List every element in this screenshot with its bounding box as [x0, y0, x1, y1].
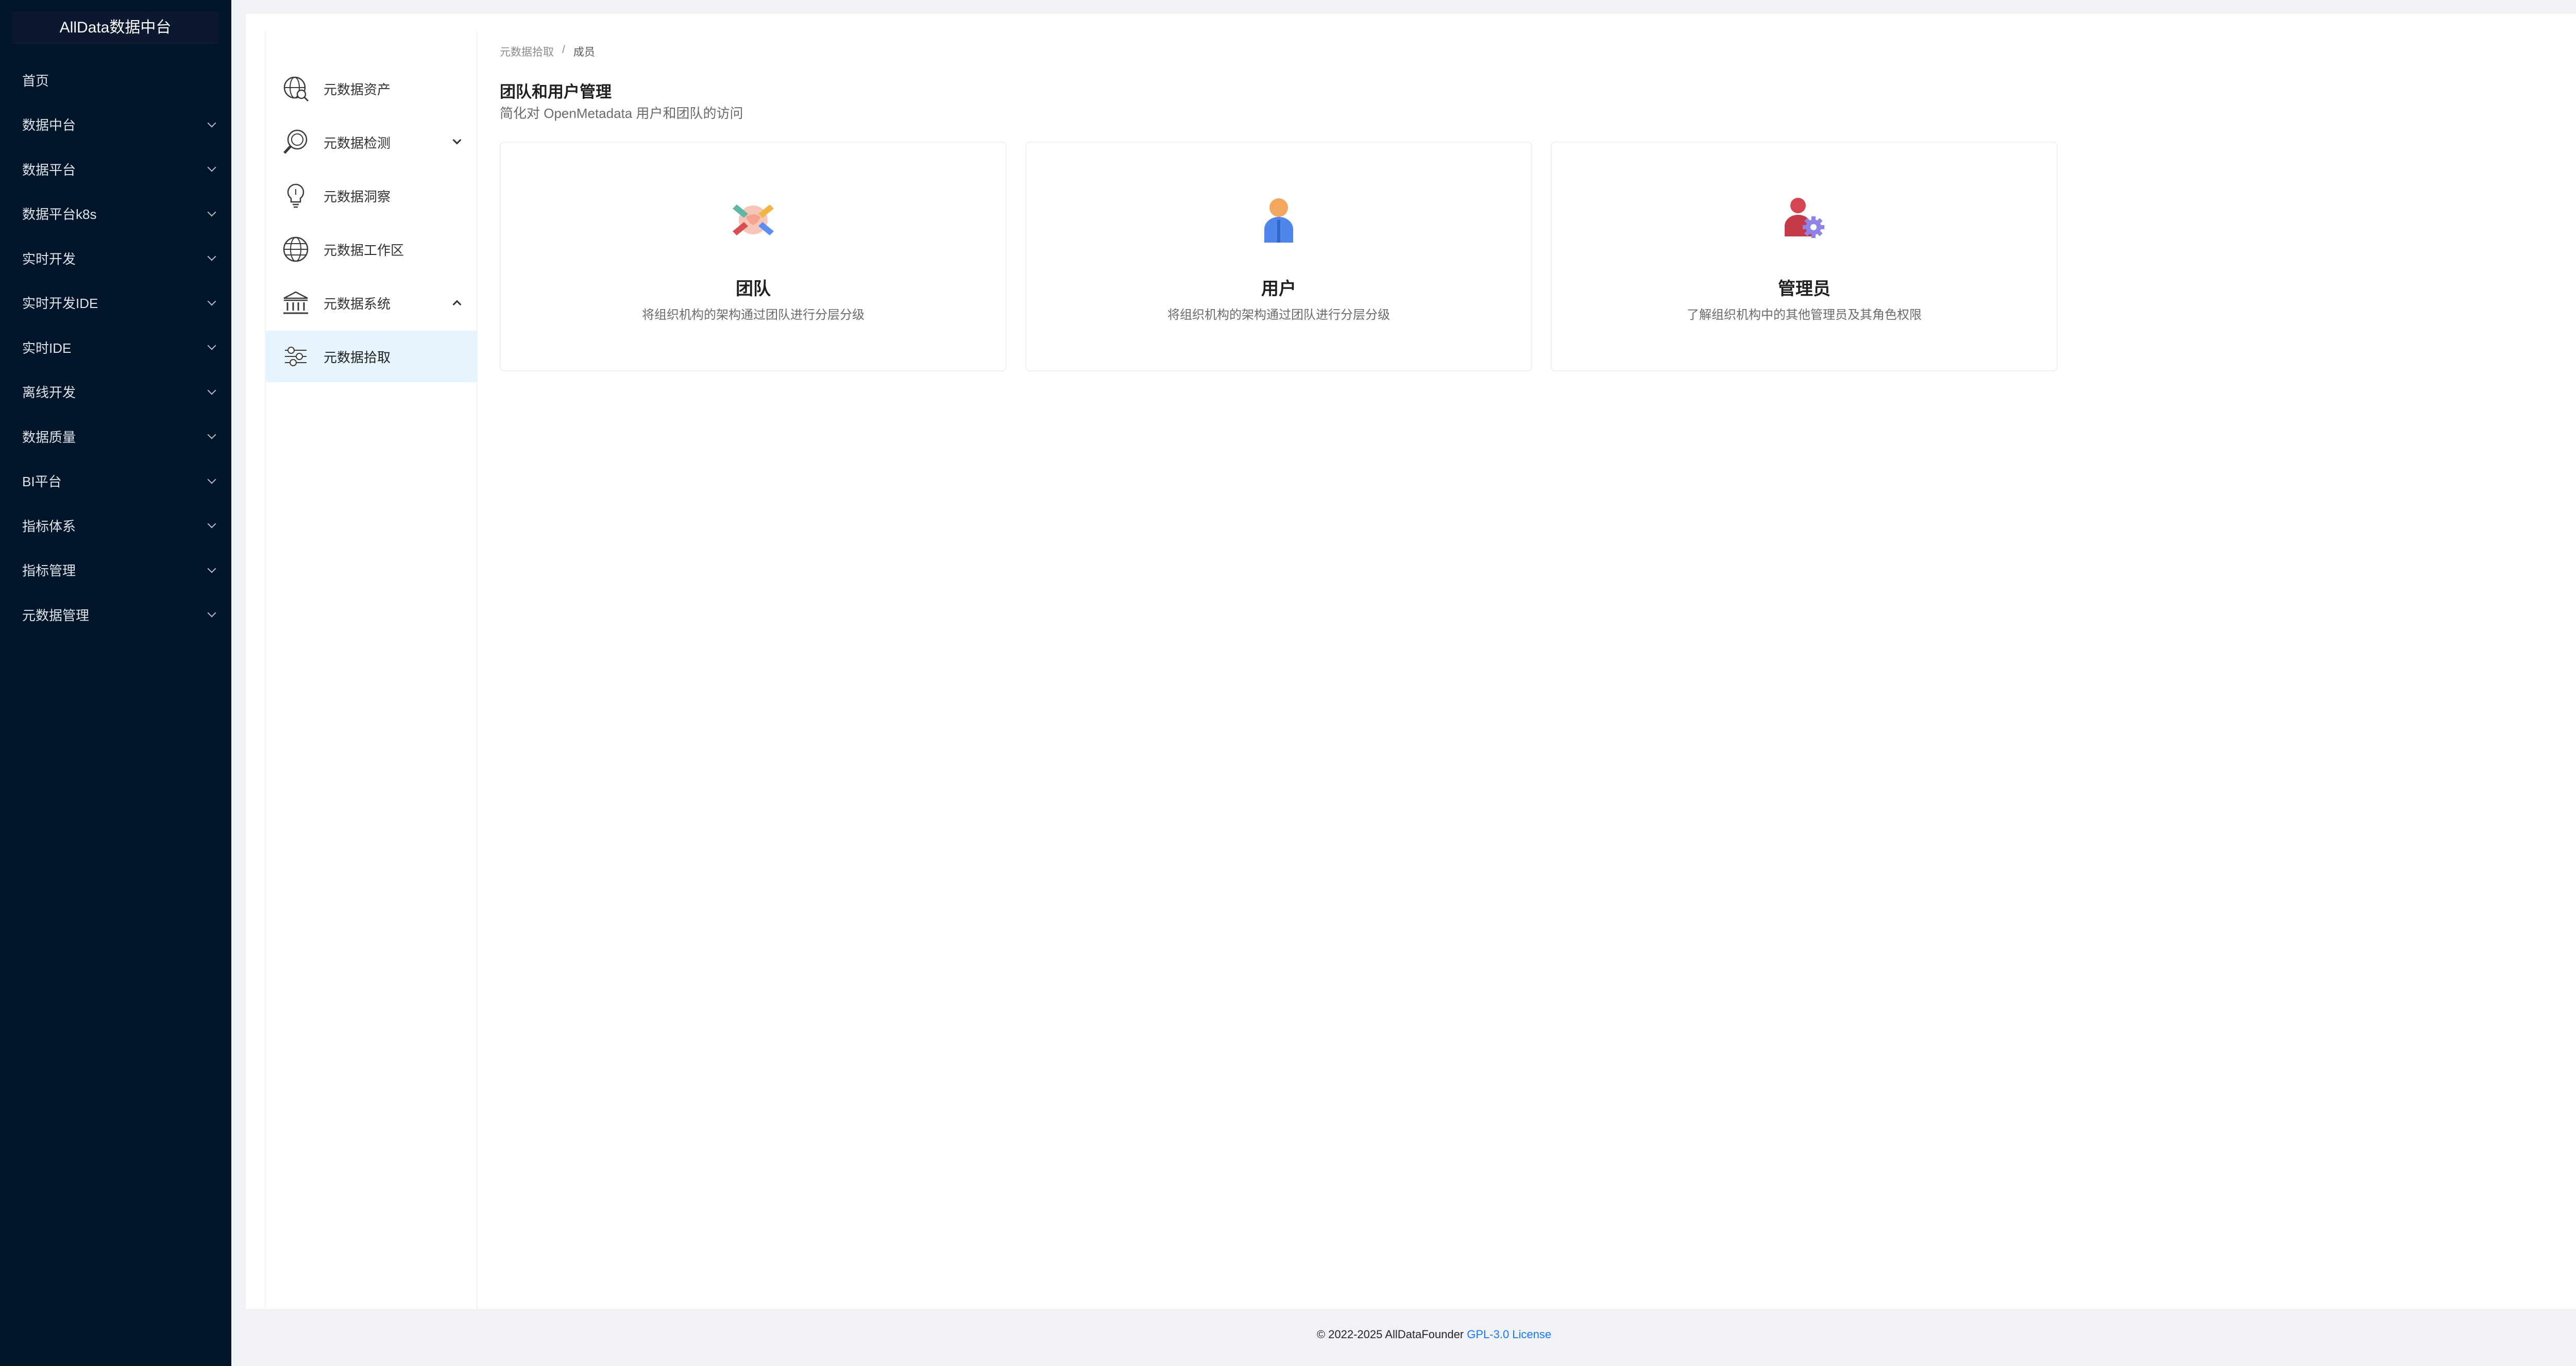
sidebar-item-label: 数据质量	[22, 429, 76, 445]
chevron-down-icon	[207, 564, 216, 573]
main-sidebar: AllData数据中台 首页 数据中台 数据平台 数据平台k8s 实时开发 实时…	[0, 0, 231, 1366]
sidebar-item-label: 指标管理	[22, 563, 76, 579]
globe-icon	[281, 235, 310, 264]
team-card-title: 团队	[736, 279, 771, 299]
user-card-title: 用户	[1261, 279, 1296, 299]
sidebar-item-realtime-dev[interactable]: 实时开发	[0, 236, 231, 281]
sidebar-item-data-quality[interactable]: 数据质量	[0, 414, 231, 459]
chevron-down-icon	[207, 208, 216, 217]
sidebar-item-label: 首页	[22, 73, 49, 89]
sidebar-item-metric-management[interactable]: 指标管理	[0, 548, 231, 593]
chevron-down-icon	[207, 519, 216, 528]
submenu-item-metadata-workspace[interactable]: 元数据工作区	[266, 224, 478, 275]
chevron-down-icon	[207, 297, 216, 306]
chevron-down-icon	[207, 386, 216, 395]
sidebar-item-offline-dev[interactable]: 离线开发	[0, 370, 231, 415]
sidebar-item-label: 元数据管理	[22, 607, 90, 623]
chevron-down-icon	[452, 135, 462, 145]
submenu-item-label: 元数据资产	[324, 81, 391, 97]
sidebar-item-label: 实时IDE	[22, 340, 72, 356]
submenu-item-metadata-pickup[interactable]: 元数据拾取	[266, 331, 478, 382]
sidebar-item-label: 离线开发	[22, 385, 76, 401]
breadcrumb-separator: /	[562, 44, 565, 56]
submenu-item-metadata-system[interactable]: 元数据系统	[266, 277, 478, 329]
footer-copyright: © 2022-2025 AllDataFounder	[1316, 1328, 1464, 1341]
breadcrumb: 元数据拾取 / 成员	[500, 44, 595, 59]
footer: © 2022-2025 AllDataFounder GPL-3.0 Licen…	[231, 1328, 2576, 1341]
license-link[interactable]: GPL-3.0 License	[1467, 1328, 1551, 1341]
breadcrumb-current: 成员	[573, 46, 595, 58]
lightbulb-icon	[281, 181, 310, 210]
sidebar-menu: 首页 数据中台 数据平台 数据平台k8s 实时开发 实时开发IDE 实时IDE …	[0, 58, 231, 637]
sidebar-item-home[interactable]: 首页	[0, 58, 231, 103]
sidebar-item-label: 数据平台k8s	[22, 207, 97, 223]
bank-icon	[281, 288, 310, 317]
admin-gear-icon	[1778, 193, 1830, 245]
sidebar-item-realtime-ide[interactable]: 实时IDE	[0, 325, 231, 370]
magnifier-icon	[281, 128, 310, 157]
sidebar-item-label: 指标体系	[22, 518, 76, 534]
sidebar-item-data-center[interactable]: 数据中台	[0, 103, 231, 147]
submenu-item-metadata-assets[interactable]: 元数据资产	[266, 63, 478, 114]
user-icon	[1253, 193, 1304, 245]
team-card[interactable]: 团队 将组织机构的架构通过团队进行分层分级	[500, 142, 1007, 371]
metadata-submenu: 元数据资产 元数据检测 元数据洞察 元数据工作区 元数据系统 元数据拾取	[265, 32, 478, 1309]
sidebar-item-realtime-dev-ide[interactable]: 实时开发IDE	[0, 281, 231, 326]
sidebar-item-metadata-management[interactable]: 元数据管理	[0, 592, 231, 637]
sliders-icon	[281, 342, 310, 371]
sidebar-item-data-platform-k8s[interactable]: 数据平台k8s	[0, 192, 231, 236]
sidebar-item-label: 数据平台	[22, 162, 76, 178]
chevron-down-icon	[207, 475, 216, 484]
chevron-down-icon	[207, 608, 216, 618]
globe-search-icon	[281, 74, 310, 103]
admin-card-desc: 了解组织机构中的其他管理员及其角色权限	[1687, 308, 1922, 322]
chevron-down-icon	[207, 163, 216, 172]
admin-card[interactable]: 管理员 了解组织机构中的其他管理员及其角色权限	[1551, 142, 2058, 371]
submenu-item-label: 元数据拾取	[324, 349, 391, 365]
sidebar-item-bi-platform[interactable]: BI平台	[0, 459, 231, 504]
submenu-item-label: 元数据洞察	[324, 189, 391, 204]
submenu-item-metadata-insight[interactable]: 元数据洞察	[266, 170, 478, 221]
sidebar-item-label: BI平台	[22, 474, 62, 490]
submenu-item-label: 元数据系统	[324, 296, 391, 312]
user-card[interactable]: 用户 将组织机构的架构通过团队进行分层分级	[1025, 142, 1532, 371]
submenu-item-label: 元数据工作区	[324, 242, 404, 258]
sidebar-item-metric-system[interactable]: 指标体系	[0, 503, 231, 548]
app-logo[interactable]: AllData数据中台	[12, 11, 218, 44]
page-title: 团队和用户管理	[500, 83, 612, 101]
user-card-desc: 将组织机构的架构通过团队进行分层分级	[1167, 308, 1390, 322]
chevron-down-icon	[207, 341, 216, 350]
chevron-down-icon	[207, 252, 216, 261]
breadcrumb-parent[interactable]: 元数据拾取	[500, 44, 554, 59]
team-card-desc: 将组织机构的架构通过团队进行分层分级	[642, 308, 865, 322]
page-subtitle: 简化对 OpenMetadata 用户和团队的访问	[500, 106, 743, 121]
sidebar-item-label: 实时开发IDE	[22, 296, 98, 312]
sidebar-item-label: 数据中台	[22, 117, 76, 133]
chevron-down-icon	[207, 430, 216, 439]
submenu-item-label: 元数据检测	[324, 135, 391, 151]
submenu-item-metadata-detection[interactable]: 元数据检测	[266, 116, 478, 168]
chevron-down-icon	[207, 118, 216, 128]
admin-card-title: 管理员	[1778, 279, 1831, 299]
chevron-up-icon	[452, 300, 462, 309]
content-panel: 元数据资产 元数据检测 元数据洞察 元数据工作区 元数据系统 元数据拾取 元数据…	[246, 14, 2576, 1309]
team-handshake-icon	[727, 193, 779, 245]
sidebar-item-data-platform[interactable]: 数据平台	[0, 147, 231, 192]
sidebar-item-label: 实时开发	[22, 251, 76, 267]
